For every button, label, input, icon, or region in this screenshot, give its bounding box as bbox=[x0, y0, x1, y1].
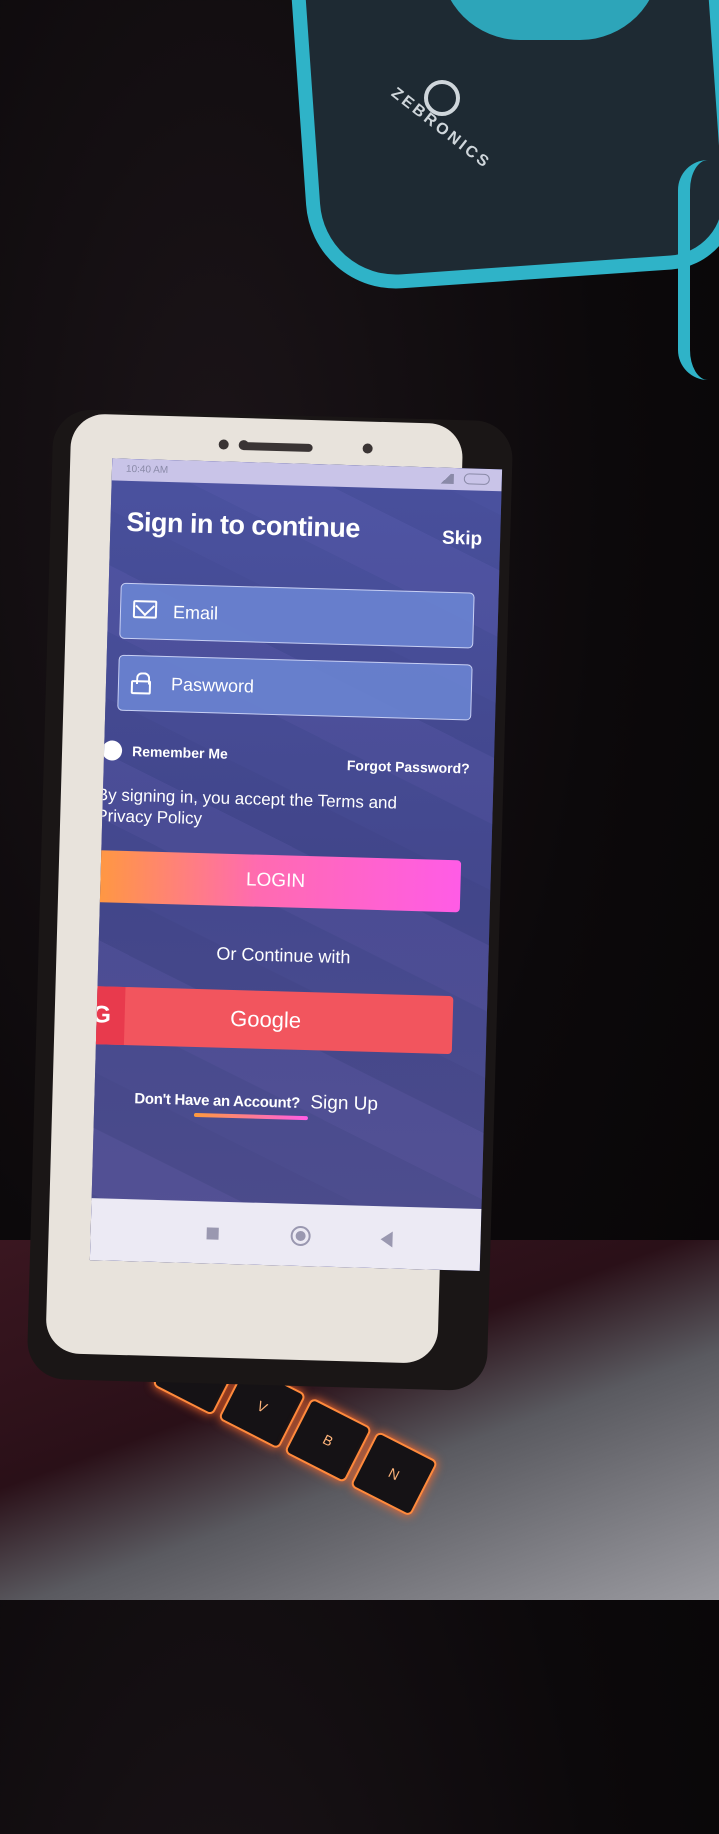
mail-icon bbox=[132, 600, 158, 619]
signup-row: Don't Have an Account? Sign Up bbox=[134, 1087, 378, 1116]
remember-radio[interactable] bbox=[101, 740, 123, 761]
front-sensor bbox=[218, 439, 229, 450]
password-field[interactable] bbox=[117, 654, 473, 721]
status-time: 10:40 AM bbox=[125, 463, 169, 476]
or-continue-label: Or Continue with bbox=[216, 943, 351, 968]
terms-text: By signing in, you accept the Terms and … bbox=[96, 785, 398, 829]
battery-icon bbox=[463, 473, 490, 485]
back-icon[interactable] bbox=[380, 1231, 393, 1248]
signup-link[interactable]: Sign Up bbox=[310, 1092, 378, 1115]
signal-icon bbox=[437, 473, 454, 484]
skip-button[interactable]: Skip bbox=[442, 528, 483, 551]
remember-me[interactable]: Remember Me bbox=[101, 740, 228, 764]
speaker-body bbox=[288, 0, 719, 295]
proximity-sensor bbox=[362, 443, 373, 454]
signup-underline bbox=[193, 1112, 308, 1121]
forgot-password-link[interactable]: Forgot Password? bbox=[347, 757, 470, 776]
nav-bar bbox=[89, 1198, 482, 1272]
password-input[interactable] bbox=[168, 673, 454, 705]
no-account-text: Don't Have an Account? bbox=[134, 1090, 301, 1112]
phone: 10:40 AM Sign in to continue Skip Rememb… bbox=[26, 408, 514, 1392]
page-title: Sign in to continue bbox=[126, 506, 361, 544]
remember-label: Remember Me bbox=[131, 743, 228, 762]
login-button[interactable]: LOGIN bbox=[89, 849, 462, 913]
recents-icon[interactable] bbox=[206, 1227, 219, 1240]
speaker-edge bbox=[678, 160, 719, 380]
google-button[interactable]: G Google bbox=[89, 985, 454, 1055]
email-input[interactable] bbox=[170, 601, 456, 633]
earpiece bbox=[240, 442, 313, 453]
lock-icon bbox=[130, 680, 152, 695]
home-icon[interactable] bbox=[290, 1225, 311, 1247]
app-screen: 10:40 AM Sign in to continue Skip Rememb… bbox=[89, 458, 503, 1272]
email-field[interactable] bbox=[119, 582, 475, 649]
google-label: Google bbox=[229, 1005, 302, 1033]
